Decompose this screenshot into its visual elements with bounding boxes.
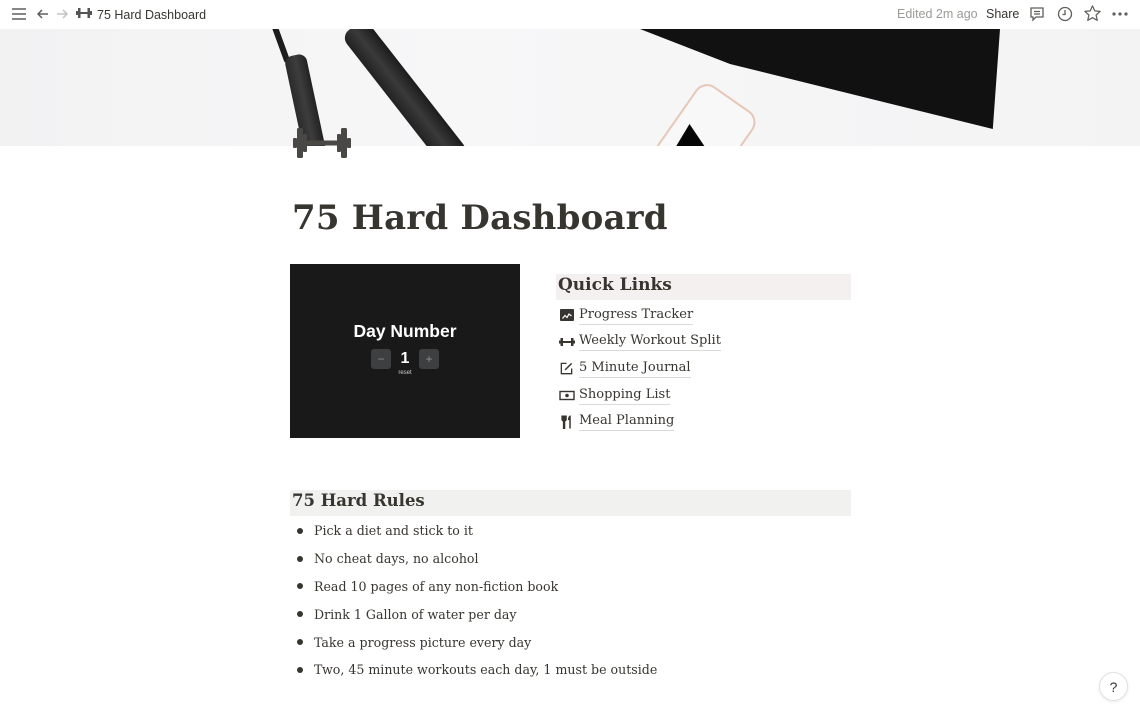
rule-text: Read 10 pages of any non-fiction book [314, 578, 559, 594]
rule-text: No cheat days, no alcohol [314, 551, 479, 567]
list-item[interactable]: Read 10 pages of any non-fiction book [295, 573, 657, 601]
quick-link-progress-tracker[interactable]: Progress Tracker [558, 302, 721, 329]
dumbbell-icon [558, 334, 575, 349]
quick-links-list: Progress Tracker Weekly Workout Split 5 … [558, 302, 721, 435]
dumbbell-icon [76, 7, 92, 22]
rules-heading: 75 Hard Rules [292, 491, 425, 510]
day-counter-value: 1 [400, 350, 410, 367]
quick-link-label: Shopping List [579, 386, 671, 405]
list-item[interactable]: Take a progress picture every day [295, 628, 657, 656]
clock-history-icon[interactable] [1056, 5, 1074, 23]
quick-link-label: Progress Tracker [579, 306, 694, 325]
increment-button[interactable]: + [419, 349, 439, 369]
cover-jump-rope-handle [340, 29, 470, 146]
day-counter-title: Day Number [353, 321, 457, 341]
list-item[interactable]: Drink 1 Gallon of water per day [295, 600, 657, 628]
bullet-icon [297, 666, 303, 673]
quick-link-5-minute-journal[interactable]: 5 Minute Journal [558, 355, 721, 382]
back-arrow-icon[interactable] [35, 6, 51, 22]
list-item[interactable]: Pick a diet and stick to it [295, 517, 657, 545]
page-title[interactable]: 75 Hard Dashboard [292, 198, 668, 238]
quick-links-heading: Quick Links [558, 275, 672, 295]
bullet-icon [297, 611, 303, 618]
utensils-icon [558, 414, 575, 429]
rule-text: Two, 45 minute workouts each day, 1 must… [314, 662, 658, 678]
bullet-icon [297, 527, 303, 534]
bullet-icon [297, 555, 303, 562]
bullet-icon [297, 639, 303, 646]
decrement-button[interactable]: − [371, 349, 391, 369]
chart-icon [558, 308, 575, 323]
quick-links-heading-block: Quick Links [556, 274, 851, 300]
rules-heading-block: 75 Hard Rules [290, 490, 851, 516]
rule-text: Pick a diet and stick to it [314, 523, 473, 539]
breadcrumb[interactable]: 75 Hard Dashboard [76, 5, 206, 24]
quick-link-label: Weekly Workout Split [579, 332, 721, 352]
quick-link-meal-planning[interactable]: Meal Planning [558, 408, 721, 435]
reset-button[interactable]: reset [290, 370, 520, 376]
quick-link-weekly-workout-split[interactable]: Weekly Workout Split [558, 329, 721, 356]
edit-icon [558, 361, 575, 376]
quick-link-label: Meal Planning [579, 412, 675, 432]
help-button[interactable]: ? [1099, 672, 1128, 701]
day-counter-widget: Day Number − 1 + reset [290, 264, 520, 438]
cover-image[interactable] [0, 29, 1140, 146]
share-button[interactable]: Share [986, 7, 1019, 21]
star-icon[interactable] [1083, 4, 1102, 23]
quick-link-label: 5 Minute Journal [579, 359, 691, 378]
forward-arrow-icon[interactable] [54, 6, 70, 22]
dumbbell-icon[interactable] [292, 124, 352, 162]
day-counter-stepper: − 1 + [290, 349, 520, 369]
bullet-icon [297, 583, 303, 590]
more-dots-icon[interactable] [1110, 5, 1130, 23]
comment-icon[interactable] [1028, 5, 1046, 23]
breadcrumb-title: 75 Hard Dashboard [97, 7, 207, 22]
list-item[interactable]: Two, 45 minute workouts each day, 1 must… [295, 656, 657, 684]
rules-list: Pick a diet and stick to it No cheat day… [295, 517, 657, 684]
top-bar: 75 Hard Dashboard Edited 2m ago Share [0, 0, 1140, 29]
rule-text: Take a progress picture every day [314, 634, 532, 650]
edited-timestamp: Edited 2m ago [897, 7, 978, 21]
sidebar-menu-icon[interactable] [10, 6, 28, 22]
rule-text: Drink 1 Gallon of water per day [314, 606, 517, 622]
list-item[interactable]: No cheat days, no alcohol [295, 545, 657, 573]
quick-link-shopping-list[interactable]: Shopping List [558, 382, 721, 409]
money-icon [558, 388, 575, 403]
